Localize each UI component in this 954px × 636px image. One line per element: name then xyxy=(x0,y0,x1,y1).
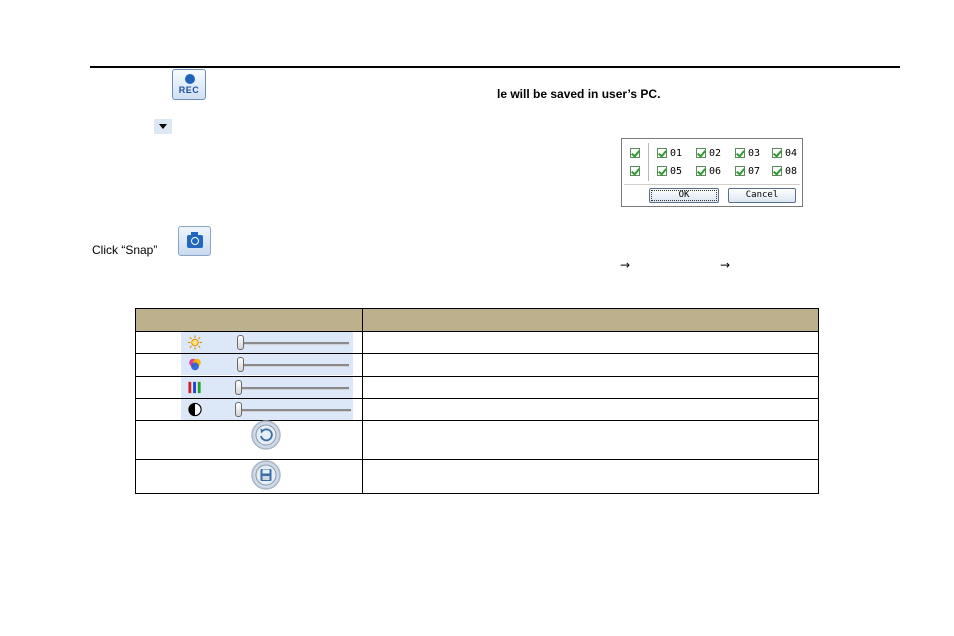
saturation-slider-thumb[interactable] xyxy=(235,380,242,395)
contrast-slider-thumb[interactable] xyxy=(235,402,242,417)
snap-button[interactable] xyxy=(178,226,211,256)
hue-slider-row xyxy=(181,354,353,375)
channel-checkbox[interactable] xyxy=(657,148,667,158)
channel-label: 01 xyxy=(670,148,683,159)
slider-track[interactable] xyxy=(239,364,349,367)
column-divider xyxy=(362,309,363,493)
camera-icon xyxy=(187,232,203,248)
channel-checkbox[interactable] xyxy=(657,166,667,176)
cancel-button[interactable]: Cancel xyxy=(728,188,796,203)
channel-label: 02 xyxy=(709,148,722,159)
saturation-slider-row xyxy=(181,377,353,398)
channel-label: 04 xyxy=(785,148,798,159)
saved-note: le will be saved in user’s PC. xyxy=(497,87,661,101)
channel-label: 03 xyxy=(748,148,761,159)
row-divider xyxy=(136,459,818,460)
channel-checkbox[interactable] xyxy=(735,148,745,158)
snap-instruction: Click “Snap” xyxy=(92,243,158,257)
brightness-slider-row xyxy=(181,332,353,353)
reset-button[interactable] xyxy=(250,419,282,451)
channel-checkbox[interactable] xyxy=(696,148,706,158)
saturation-icon xyxy=(188,381,201,394)
dialog-divider xyxy=(624,184,800,185)
channel-label: 05 xyxy=(670,166,683,177)
arrow-icon: → xyxy=(720,258,731,272)
chevron-down-icon[interactable] xyxy=(154,119,172,134)
contrast-icon xyxy=(188,402,202,417)
channel-label: 06 xyxy=(709,166,722,177)
channel-checkbox[interactable] xyxy=(696,166,706,176)
row-divider xyxy=(136,420,818,421)
brightness-icon xyxy=(187,335,203,350)
header-rule xyxy=(90,66,900,68)
channel-label: 08 xyxy=(785,166,798,177)
arrow-icon: → xyxy=(620,258,631,272)
record-button[interactable]: REC xyxy=(172,69,206,100)
slider-track[interactable] xyxy=(239,342,349,345)
slider-track[interactable] xyxy=(239,409,351,412)
brightness-slider-thumb[interactable] xyxy=(237,335,245,350)
dialog-divider xyxy=(648,143,649,181)
save-button[interactable] xyxy=(250,459,282,491)
channel-checkbox[interactable] xyxy=(772,166,782,176)
ok-button[interactable]: OK xyxy=(649,188,719,203)
select-all-row1-checkbox[interactable] xyxy=(630,148,640,158)
channel-checkbox[interactable] xyxy=(772,148,782,158)
channel-checkbox[interactable] xyxy=(735,166,745,176)
image-adjust-table xyxy=(135,308,819,494)
select-all-row2-checkbox[interactable] xyxy=(630,166,640,176)
channel-label: 07 xyxy=(748,166,761,177)
hue-icon xyxy=(189,358,201,371)
table-header xyxy=(136,309,818,332)
slider-track[interactable] xyxy=(239,387,349,390)
channel-select-dialog: 01 02 03 04 05 06 07 08 OK Cancel xyxy=(621,138,803,207)
record-dot-icon xyxy=(185,74,195,84)
contrast-slider-row xyxy=(181,399,353,420)
record-button-label: REC xyxy=(178,85,200,95)
hue-slider-thumb[interactable] xyxy=(237,357,245,372)
